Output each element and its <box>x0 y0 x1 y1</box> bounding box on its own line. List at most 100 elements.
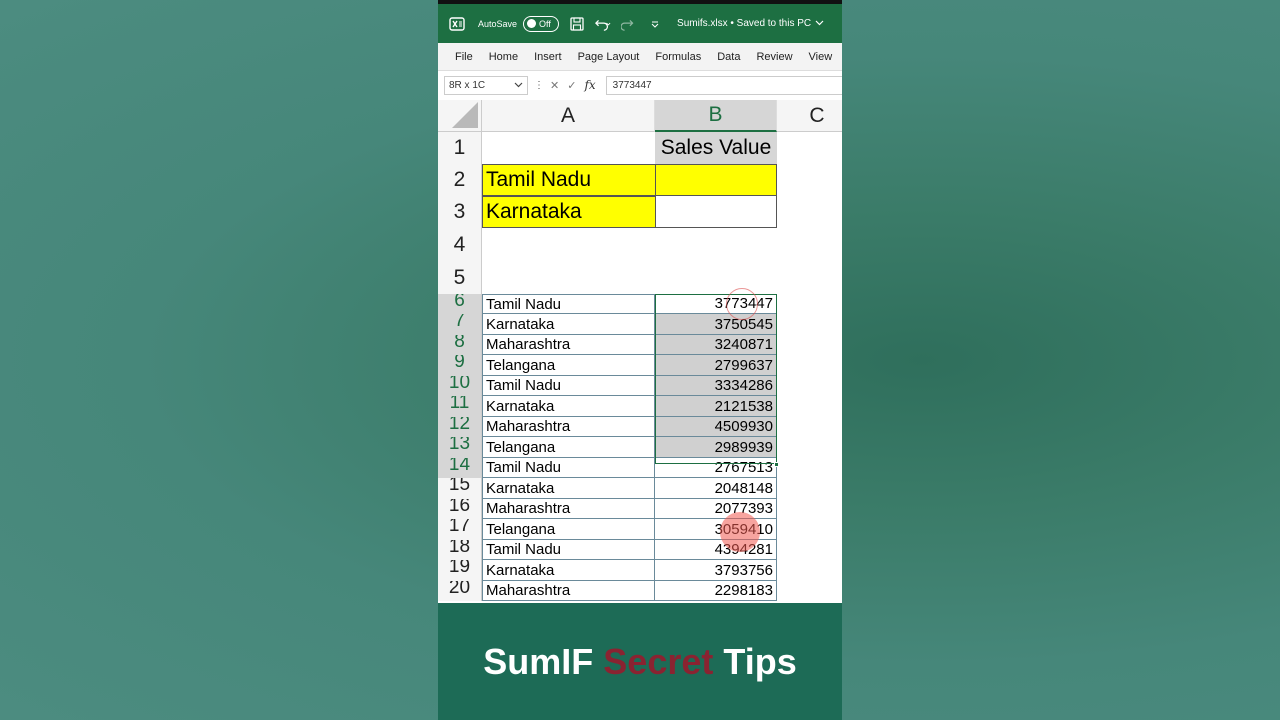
tab-formulas[interactable]: Formulas <box>655 51 701 63</box>
row-header-2[interactable]: 2 <box>438 164 482 196</box>
cell-a11[interactable]: Karnataka <box>482 396 655 417</box>
cell-a1[interactable] <box>482 132 655 164</box>
cell-a10[interactable]: Tamil Nadu <box>482 376 655 396</box>
cell-a9[interactable]: Telangana <box>482 355 655 376</box>
name-box-value: 8R x 1C <box>449 79 486 91</box>
row-header-16[interactable]: 16 <box>438 499 482 519</box>
row-header-14[interactable]: 14 <box>438 458 482 478</box>
more-options-icon[interactable]: ⋮ <box>534 80 544 91</box>
autosave-label: AutoSave <box>478 18 518 29</box>
row-header-15[interactable]: 15 <box>438 478 482 499</box>
row-header-18[interactable]: 18 <box>438 540 482 560</box>
file-name: Sumifs.xlsx • Saved to this PC <box>677 18 812 29</box>
row-header-11[interactable]: 11 <box>438 396 482 417</box>
cell-b4[interactable] <box>655 228 777 261</box>
touch-point-indicator <box>720 512 760 552</box>
cell-b7[interactable]: 3750545 <box>655 314 777 335</box>
chevron-down-icon <box>815 18 824 29</box>
tab-file[interactable]: File <box>455 51 473 63</box>
formula-input[interactable]: 3773447 <box>605 75 842 95</box>
row-header-8[interactable]: 8 <box>438 335 482 355</box>
file-name-dropdown[interactable]: Sumifs.xlsx • Saved to this PC <box>677 18 824 29</box>
caption-word-1: SumIF <box>483 640 594 682</box>
tab-page-layout[interactable]: Page Layout <box>578 51 640 63</box>
row-header-6[interactable]: 6 <box>438 294 482 314</box>
cell-b2[interactable] <box>655 164 777 196</box>
select-all-corner[interactable] <box>438 100 482 132</box>
row-header-4[interactable]: 4 <box>438 228 482 261</box>
row-header-7[interactable]: 7 <box>438 314 482 335</box>
tab-data[interactable]: Data <box>717 51 740 63</box>
cell-b15[interactable]: 2048148 <box>655 478 777 499</box>
row-header-1[interactable]: 1 <box>438 132 482 164</box>
row-header-10[interactable]: 10 <box>438 376 482 396</box>
cell-a2[interactable]: Tamil Nadu <box>482 164 655 196</box>
title-bar: AutoSave Off Sumifs.xlsx • Saved to this… <box>438 4 842 43</box>
cell-a6[interactable]: Tamil Nadu <box>482 294 655 314</box>
cell-a4[interactable] <box>482 228 655 261</box>
cell-b13[interactable]: 2989939 <box>655 437 777 458</box>
cell-b16[interactable]: 2077393 <box>655 499 777 519</box>
cell-a12[interactable]: Maharashtra <box>482 417 655 437</box>
toggle-state: Off <box>539 18 551 29</box>
toggle-knob <box>527 19 537 28</box>
enter-icon[interactable]: ✓ <box>567 79 576 92</box>
formula-bar: 8R x 1C ⋮ ✕ ✓ fx 3773447 <box>438 71 842 99</box>
cell-b8[interactable]: 3240871 <box>655 335 777 355</box>
autosave-toggle[interactable]: Off <box>523 15 560 32</box>
cell-b12[interactable]: 4509930 <box>655 417 777 437</box>
column-header-a[interactable]: A <box>482 100 655 132</box>
cell-a5[interactable] <box>482 261 655 294</box>
row-header-5[interactable]: 5 <box>438 261 482 294</box>
customize-toolbar-icon[interactable] <box>647 16 663 32</box>
undo-icon[interactable] <box>595 16 611 32</box>
cell-b14[interactable]: 2767513 <box>655 458 777 478</box>
cell-a15[interactable]: Karnataka <box>482 478 655 499</box>
cell-b10[interactable]: 3334286 <box>655 376 777 396</box>
cancel-icon[interactable]: ✕ <box>550 79 559 92</box>
cell-b19[interactable]: 3793756 <box>655 560 777 581</box>
tab-review[interactable]: Review <box>756 51 792 63</box>
cell-b6[interactable]: 3773447 <box>655 294 777 314</box>
cell-b20[interactable]: 2298183 <box>655 581 777 601</box>
column-header-b[interactable]: B <box>655 100 777 132</box>
cell-a19[interactable]: Karnataka <box>482 560 655 581</box>
tab-insert[interactable]: Insert <box>534 51 562 63</box>
worksheet-grid[interactable]: A B C 1 Sales Value 2 Tamil Nadu 3 Karnataka 4 5 6 T… <box>438 100 842 603</box>
cell-a16[interactable]: Maharashtra <box>482 499 655 519</box>
row-header-17[interactable]: 17 <box>438 519 482 540</box>
redo-icon[interactable] <box>621 16 637 32</box>
caption-word-3: Tips <box>723 640 797 682</box>
cell-a13[interactable]: Telangana <box>482 437 655 458</box>
row-header-9[interactable]: 9 <box>438 355 482 376</box>
tab-home[interactable]: Home <box>489 51 518 63</box>
cell-a8[interactable]: Maharashtra <box>482 335 655 355</box>
row-header-20[interactable]: 20 <box>438 581 482 601</box>
fill-handle[interactable] <box>774 462 779 467</box>
cell-b5[interactable] <box>655 261 777 294</box>
caption-word-2: Secret <box>603 640 714 682</box>
column-header-c[interactable]: C <box>777 100 842 132</box>
cell-a17[interactable]: Telangana <box>482 519 655 540</box>
row-header-3[interactable]: 3 <box>438 196 482 228</box>
cell-b1[interactable]: Sales Value <box>655 132 777 164</box>
formula-value: 3773447 <box>612 79 652 91</box>
cell-b9[interactable]: 2799637 <box>655 355 777 376</box>
tab-view[interactable]: View <box>809 51 833 63</box>
row-header-19[interactable]: 19 <box>438 560 482 581</box>
cell-a14[interactable]: Tamil Nadu <box>482 458 655 478</box>
cell-a3[interactable]: Karnataka <box>482 196 655 228</box>
chevron-down-icon <box>514 80 523 91</box>
cell-a20[interactable]: Maharashtra <box>482 581 655 601</box>
ribbon-tabs: File Home Insert Page Layout Formulas Da… <box>438 43 842 71</box>
row-header-13[interactable]: 13 <box>438 437 482 458</box>
save-icon[interactable] <box>569 16 585 32</box>
cell-b3[interactable] <box>655 196 777 228</box>
insert-function-icon[interactable]: fx <box>584 78 595 92</box>
row-header-12[interactable]: 12 <box>438 417 482 437</box>
cell-a18[interactable]: Tamil Nadu <box>482 540 655 560</box>
cell-a7[interactable]: Karnataka <box>482 314 655 335</box>
cell-b11[interactable]: 2121538 <box>655 396 777 417</box>
name-box[interactable]: 8R x 1C <box>444 75 528 95</box>
cell-b18[interactable]: 4394281 <box>655 540 777 560</box>
